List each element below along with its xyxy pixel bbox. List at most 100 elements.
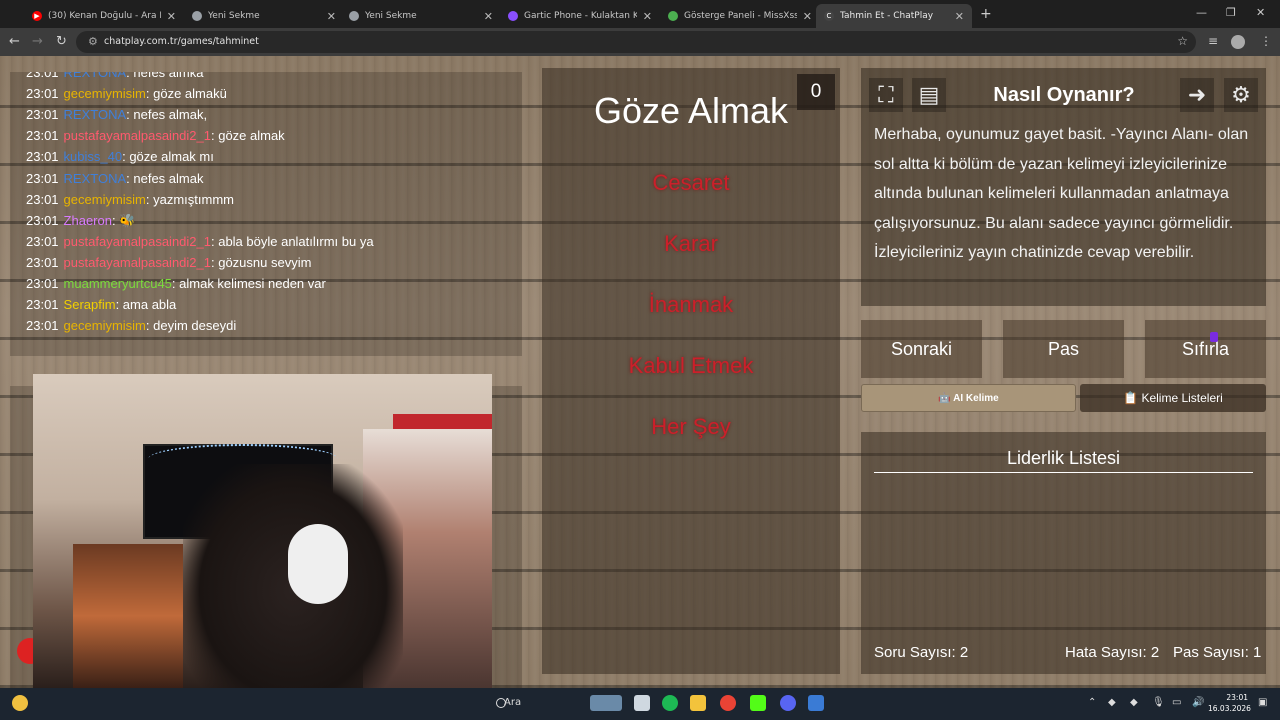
fullscreen-icon[interactable]: ⛶ [869,78,903,112]
close-icon[interactable]: ✕ [327,10,336,23]
forbidden-word: Her Şey [651,414,731,439]
chat-panel: 23:01 REXTONA: nefes almka 23:01 gecemiymis… [10,72,522,356]
chat-text: : 🐝 [111,212,136,228]
spotify-icon[interactable] [662,695,678,711]
taskbar-search[interactable]: Ara [504,697,644,717]
chat-message: 23:01 REXTONA: nefes almka [26,72,203,80]
close-icon[interactable]: ✕ [167,10,176,23]
task-view-icon[interactable] [634,695,650,711]
discord-icon[interactable] [780,695,796,711]
chat-username[interactable]: gecemiymisim [64,86,146,101]
chat-message: 23:01 pustafayamalpasaindi2_1: göze almak [26,128,285,143]
tab-youtube[interactable]: ▶ (30) Kenan Doğulu - Ara Beni Li... ✕ [24,4,184,28]
chat-timestamp: 23:01 [26,318,59,334]
network-icon[interactable]: ▭ [1172,697,1181,708]
chat-text: : yazmıştımmm [145,191,234,207]
taskbar: Ara ⌃ ◆ ◆ 🎙 ▭ 🔊 23:01 16.03.2026 ▣ [0,688,1280,720]
tab-gartic-phone[interactable]: Gartic Phone - Kulaktan Kulağa ✕ [500,4,660,28]
chat-username[interactable]: pustafayamalpasaindi2_1 [64,255,211,270]
chatplay-icon: C [824,11,834,21]
forbidden-word: İnanmak [648,292,734,317]
chat-username[interactable]: pustafayamalpasaindi2_1 [64,234,211,249]
game-page: 23:01 REXTONA: nefes almka 23:01 gecemiymis… [0,56,1280,688]
minimize-icon[interactable]: — [1196,6,1207,19]
chat-message: 23:01 Zhaeron: 🐝 [26,213,135,229]
reload-icon[interactable]: ↻ [56,34,67,49]
tab-word-lists[interactable]: 📋 Kelime Listeleri [1080,384,1266,412]
chat-username[interactable]: muammeryurtcu45 [64,276,172,291]
tab-new-tab-1[interactable]: Yeni Sekme ✕ [184,4,344,28]
forbidden-word: Karar [664,231,718,256]
reset-button[interactable]: Sıfırla [1145,320,1266,378]
chat-timestamp: 23:01 [26,72,59,80]
folder-icon[interactable] [690,695,706,711]
avatar[interactable] [1231,35,1245,49]
kick-icon[interactable] [750,695,766,711]
close-window-icon[interactable]: ✕ [1256,6,1265,19]
chat-username[interactable]: Serapfim [64,297,116,312]
back-icon[interactable]: ← [9,34,20,49]
close-icon[interactable]: ✕ [484,10,493,23]
forbidden-word: Cesaret [652,170,730,195]
close-icon[interactable]: ✕ [955,10,964,23]
chat-timestamp: 23:01 [26,107,59,123]
tab-new-tab-2[interactable]: Yeni Sekme ✕ [341,4,501,28]
globe-icon [349,11,359,21]
maximize-icon[interactable]: ❐ [1226,6,1236,19]
browser-tab-bar: ▶ (30) Kenan Doğulu - Ara Beni Li... ✕ Y… [0,0,1280,28]
chat-timestamp: 23:01 [26,212,59,228]
url-field[interactable]: ⚙ chatplay.com.tr/games/tahminet ☆ [76,31,1196,53]
chat-username[interactable]: gecemiymisim [64,318,146,333]
site-info-icon[interactable]: ⚙ [88,35,98,48]
volume-icon[interactable]: 🔊 [1192,697,1204,708]
chat-username[interactable]: pustafayamalpasaindi2_1 [64,128,211,143]
chat-message: 23:01 REXTONA: nefes almak, [26,107,207,122]
chat-message: 23:01 kubiss_40: göze almak mı [26,149,214,164]
tray-app-icon[interactable]: ◆ [1130,697,1138,708]
chat-text: : almak kelimesi neden var [171,276,326,291]
question-count: Soru Sayısı: 2 [874,644,969,661]
howto-title: Nasıl Oynanır? [993,84,1135,106]
tab-tahmin-et[interactable]: C Tahmin Et - ChatPlay ✕ [816,4,972,28]
bookmark-star-icon[interactable]: ☆ [1177,34,1188,48]
globe-icon [192,11,202,21]
close-icon[interactable]: ✕ [643,10,652,23]
chat-username[interactable]: REXTONA [64,171,127,186]
close-icon[interactable]: ✕ [803,10,812,23]
chat-message: 23:01 pustafayamalpasaindi2_1: gözusnu se… [26,255,311,270]
microphone-icon[interactable]: 🎙 [1152,697,1165,708]
pass-button[interactable]: Pas [1003,320,1124,378]
chat-message: 23:01 Serapfim: ama abla [26,297,176,312]
chat-username[interactable]: kubiss_40 [64,149,123,164]
chat-username[interactable]: REXTONA [64,72,127,80]
pass-count: Pas Sayısı: 1 [1173,644,1262,661]
chat-username[interactable]: gecemiymisim [64,192,146,207]
chevron-up-icon[interactable]: ⌃ [1088,697,1096,708]
chat-text: : nefes almak, [126,107,208,123]
app-icon[interactable] [808,695,824,711]
tab-ai-word[interactable]: 🤖 AI Kelime [861,384,1076,412]
chat-message: 23:01 gecemiymisim: göze almakü [26,86,227,101]
notification-icon[interactable]: ▣ [1258,697,1267,708]
tab-dashboard[interactable]: Gösterge Paneli - MissXss AI Bo... ✕ [660,4,820,28]
chat-username[interactable]: REXTONA [64,107,127,122]
chat-timestamp: 23:01 [26,128,59,144]
target-word: Göze Almak [593,90,789,131]
clock[interactable]: 23:01 16.03.2026 [1208,692,1251,714]
tray-app-icon[interactable]: ◆ [1108,697,1116,708]
extensions-icon[interactable]: ≡ [1208,34,1218,48]
new-tab-button[interactable]: + [980,6,992,22]
forward-icon[interactable]: → [32,34,43,49]
leaderboard-title: Liderlik Listesi [1006,448,1121,468]
chat-text: : nefes almka [126,72,204,80]
gear-icon[interactable]: ⚙ [1224,78,1258,112]
chat-timestamp: 23:01 [26,297,59,313]
forbidden-word: Kabul Etmek [628,353,754,378]
menu-icon[interactable]: ⋮ [1260,34,1272,48]
chrome-icon[interactable] [720,695,736,711]
next-button[interactable]: Sonraki [861,320,982,378]
exit-icon[interactable]: ➜ [1180,78,1214,112]
widget-icon[interactable] [590,695,622,711]
weather-icon[interactable] [12,695,28,711]
chat-username[interactable]: Zhaeron [64,213,112,228]
